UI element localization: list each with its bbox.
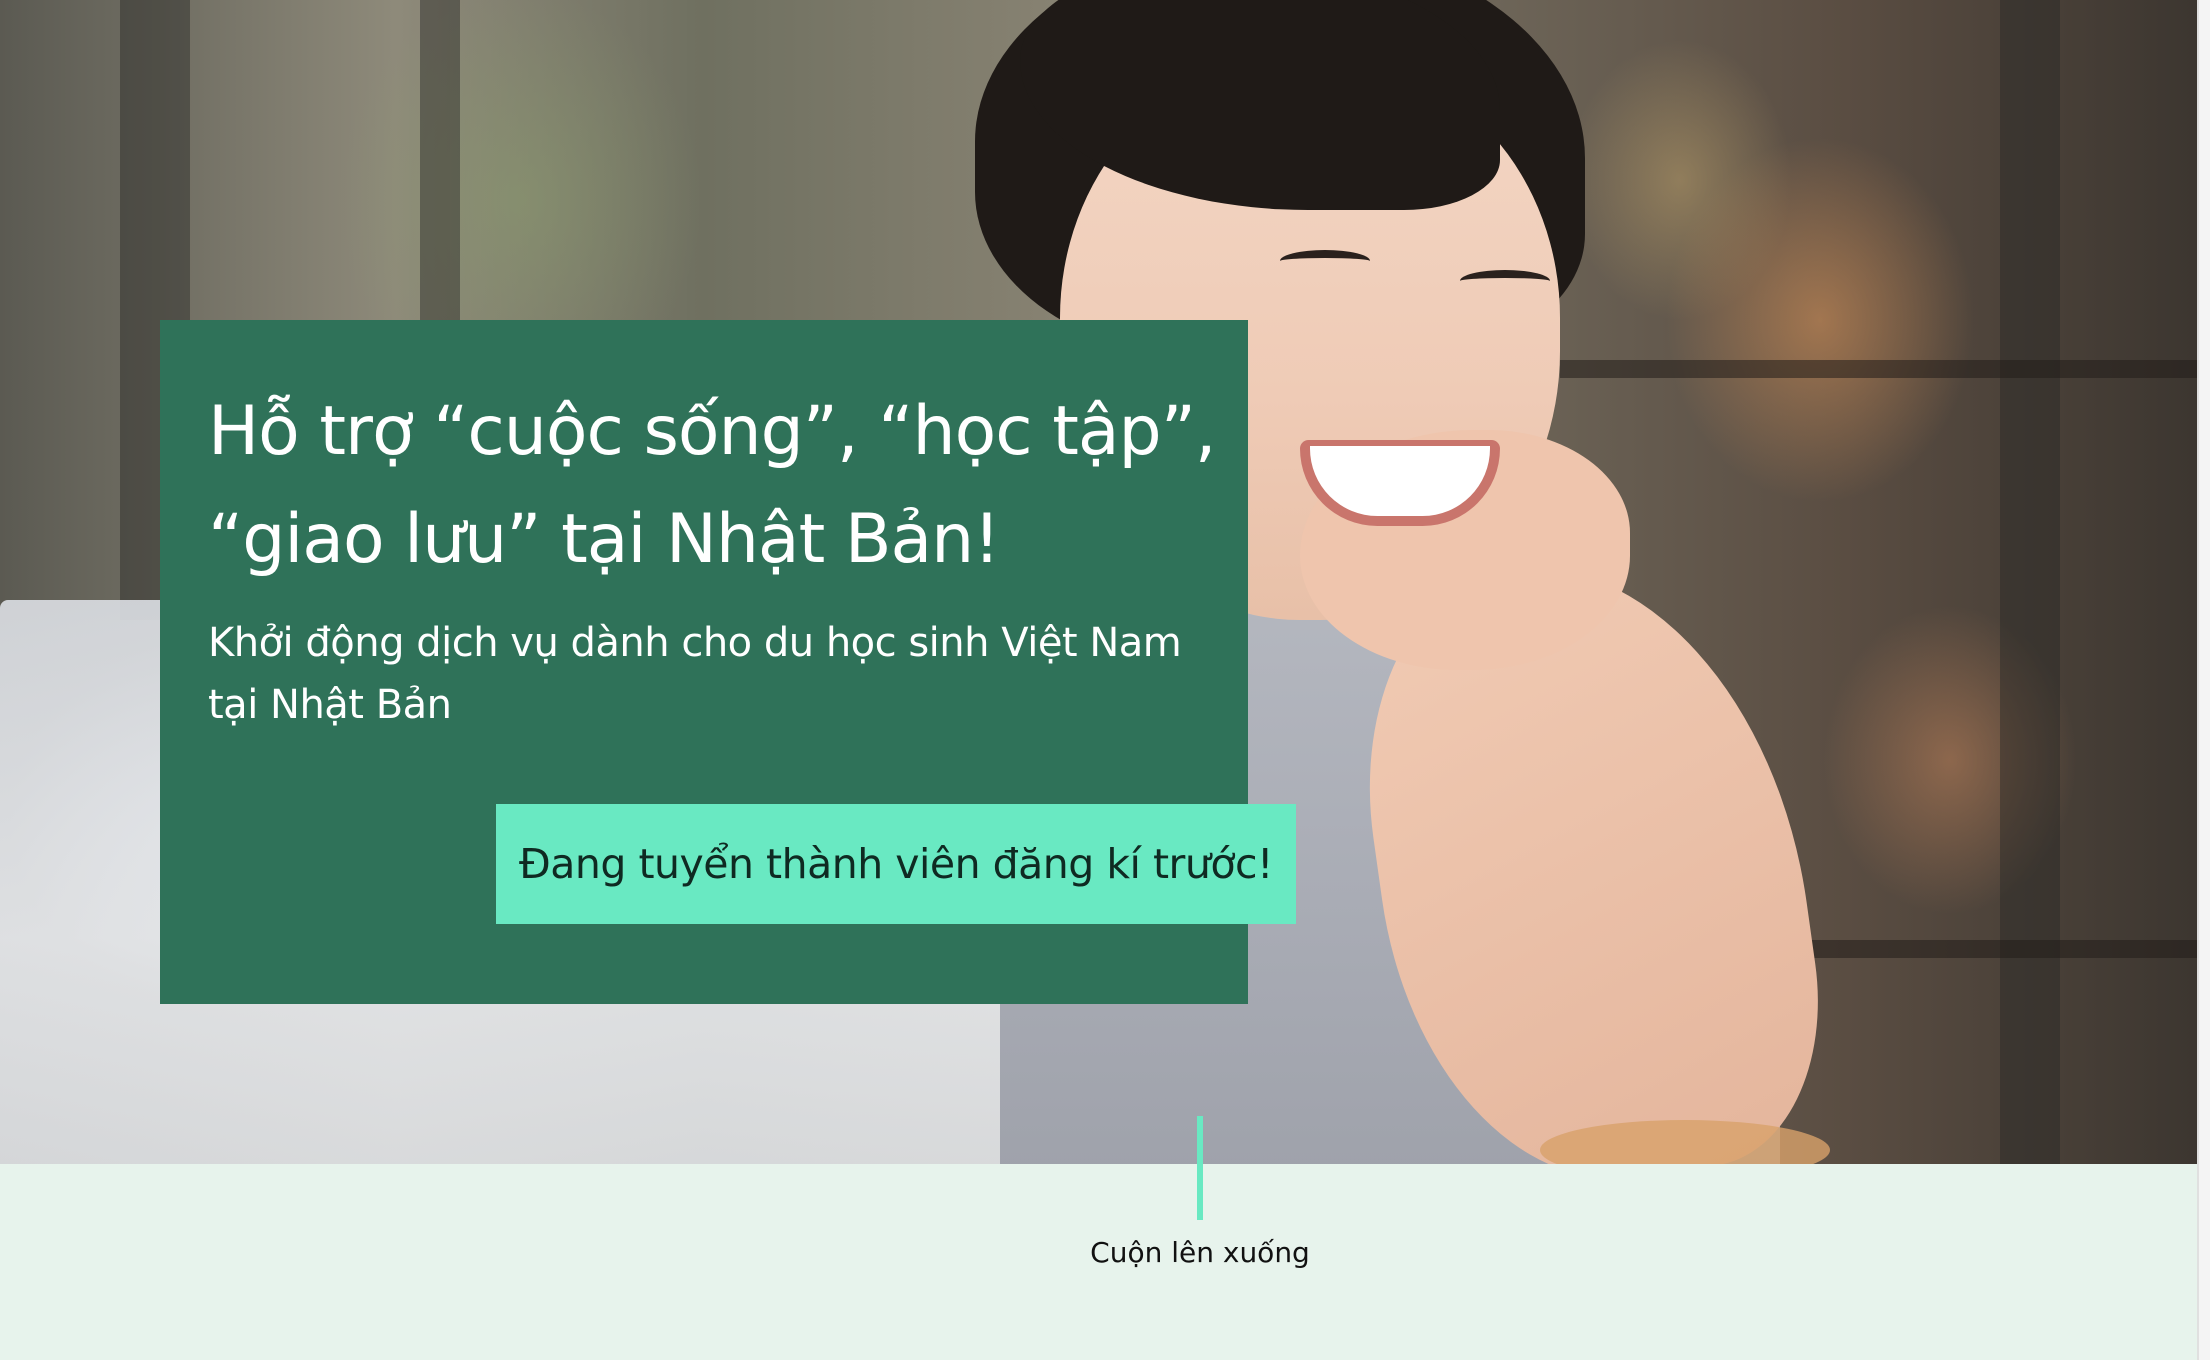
hero-subtitle: Khởi động dịch vụ dành cho du học sinh V…	[208, 612, 1208, 736]
hero-title: Hỗ trợ “cuộc sống”, “học tập”, “giao lưu…	[208, 378, 1218, 594]
person-eye	[1280, 250, 1370, 272]
hero-title-line: Hỗ trợ “cuộc sống”, “học tập”,	[208, 392, 1217, 471]
background-shelf	[1560, 360, 2197, 378]
person-eye	[1460, 270, 1550, 292]
pre-register-button[interactable]: Đang tuyển thành viên đăng kí trước!	[496, 804, 1296, 924]
hero-subtitle-line: Khởi động dịch vụ dành cho du học sinh V…	[208, 620, 1182, 666]
hero-subtitle-line: tại Nhật Bản	[208, 682, 452, 728]
hero-title-line: “giao lưu” tại Nhật Bản!	[208, 500, 1001, 579]
scroll-indicator-line	[1197, 1116, 1203, 1220]
window-edge-strip	[2197, 0, 2210, 1360]
landing-page: Hỗ trợ “cuộc sống”, “học tập”, “giao lưu…	[0, 0, 2210, 1360]
scroll-indicator-label[interactable]: Cuộn lên xuống	[1000, 1236, 1400, 1269]
background-pillar	[2000, 0, 2060, 1164]
